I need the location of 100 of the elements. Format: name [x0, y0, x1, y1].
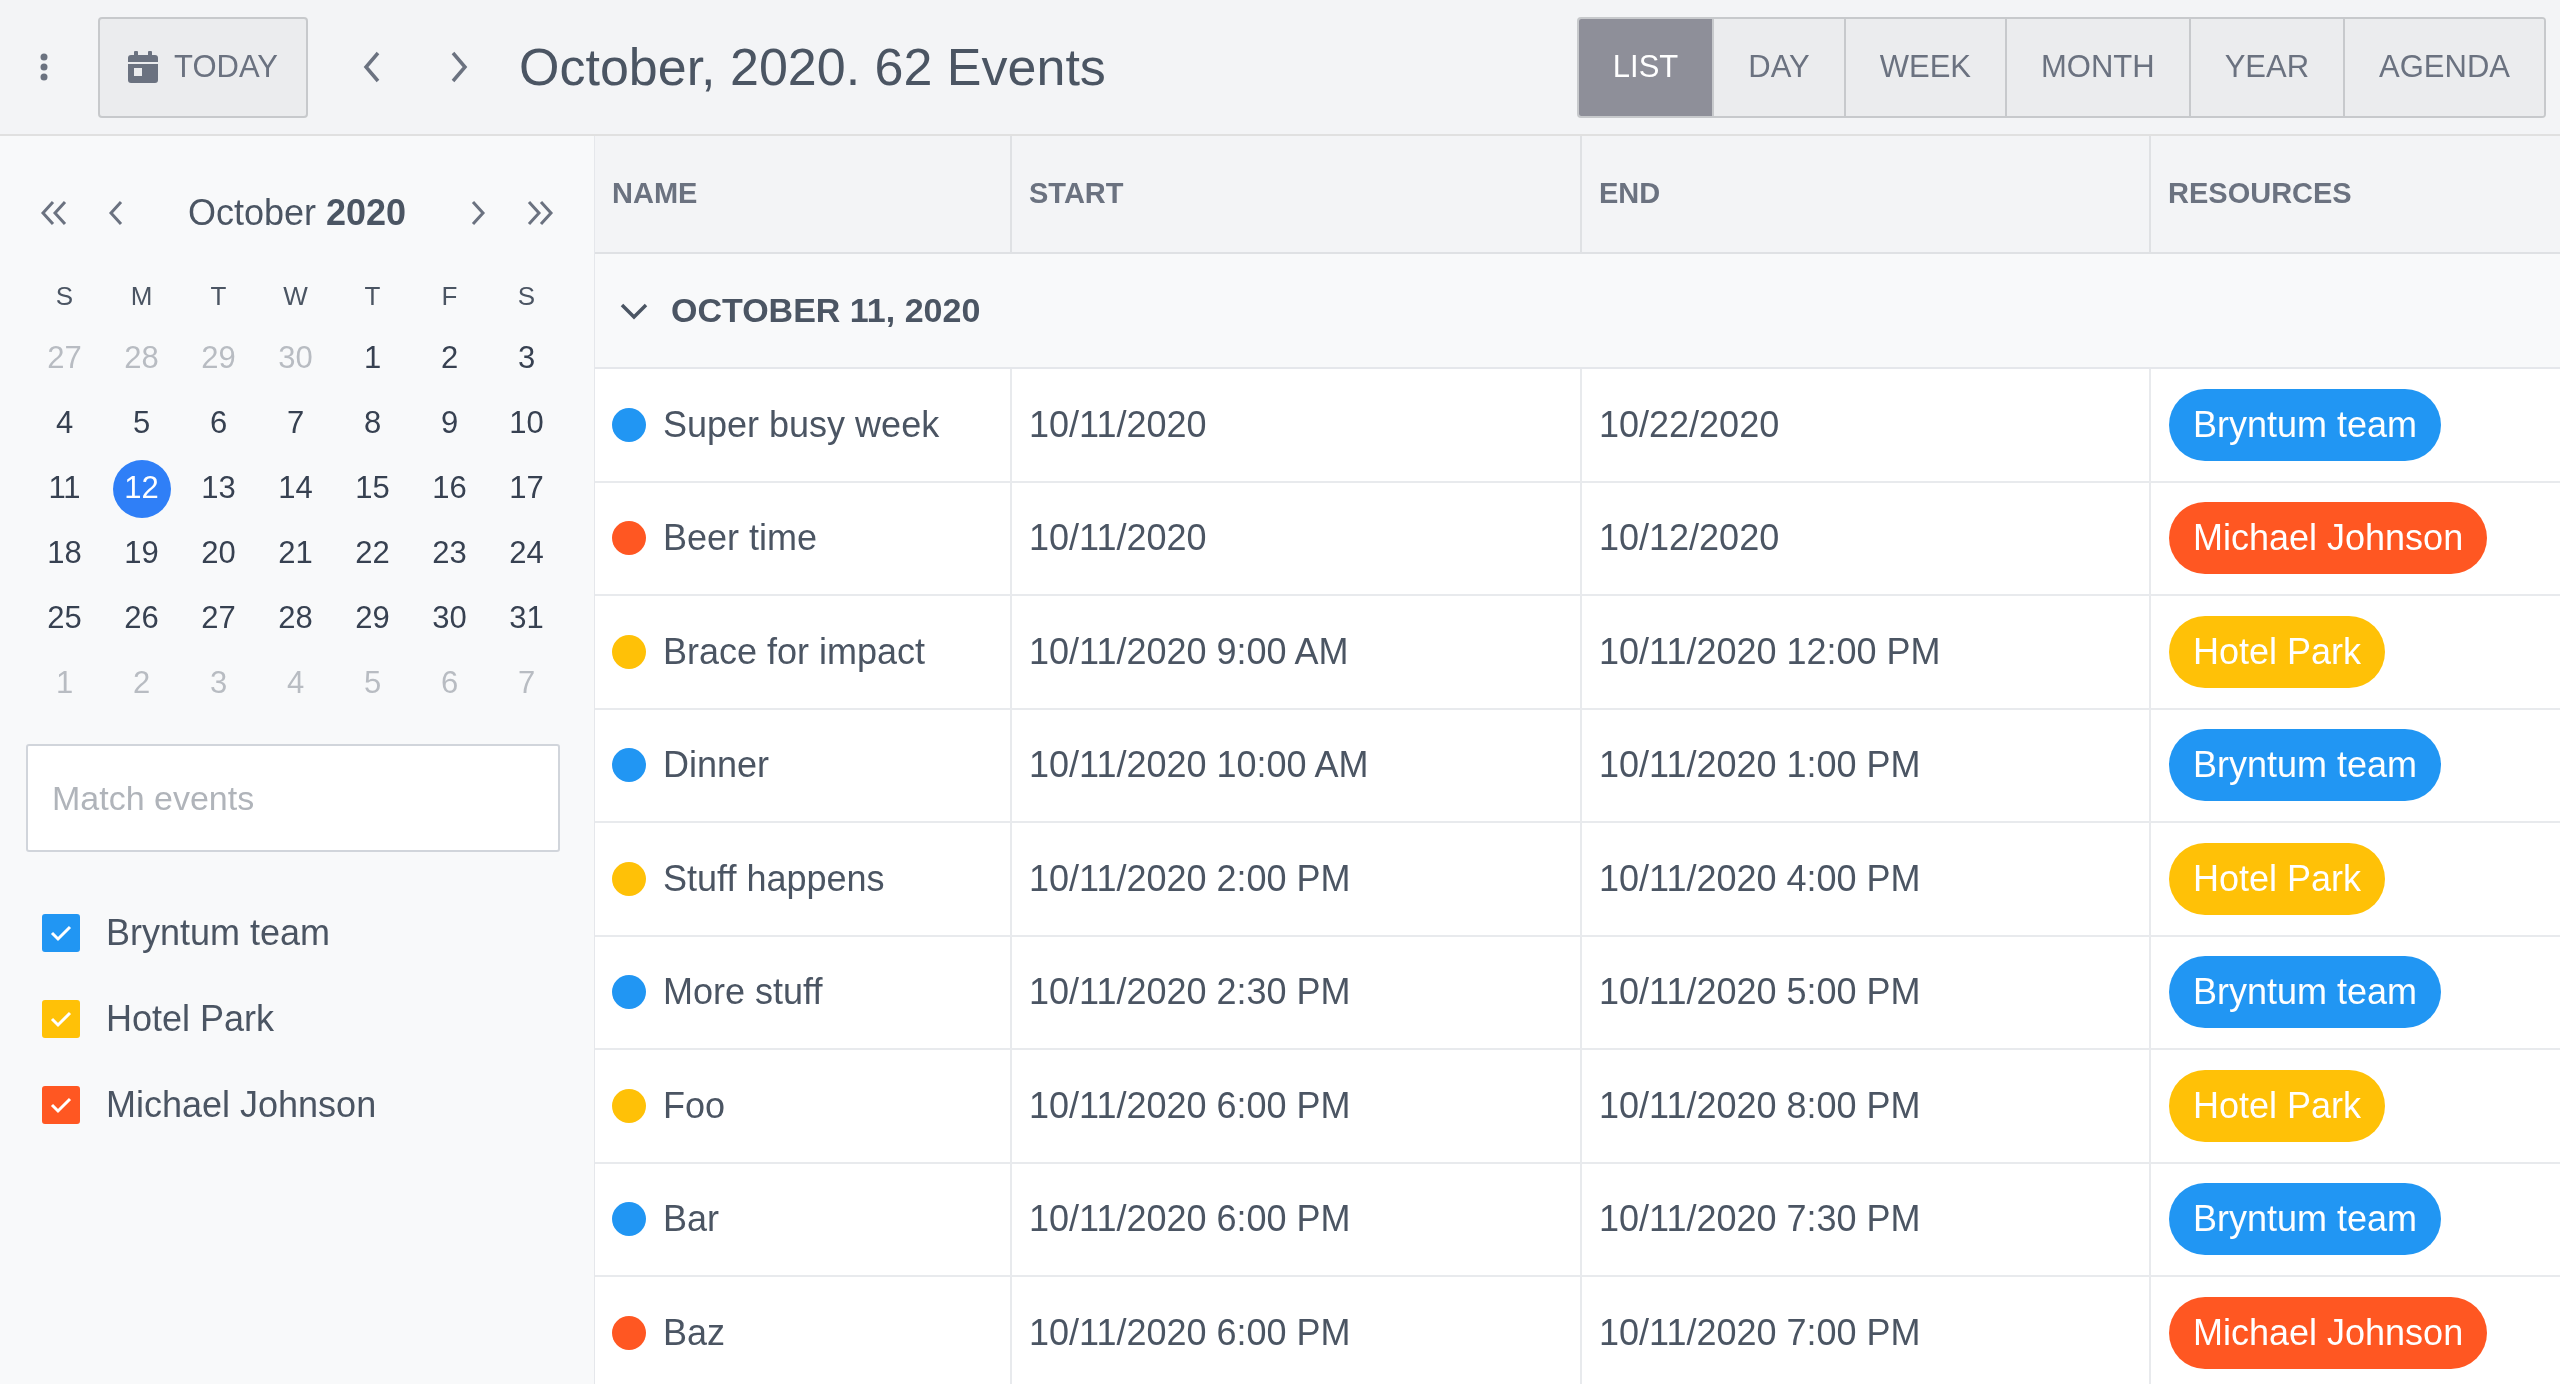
calendar-day[interactable]: 30	[420, 589, 479, 648]
view-tab[interactable]: WEEK	[1843, 18, 2005, 116]
calendar-day[interactable]: 9	[420, 394, 479, 453]
event-name: Stuff happens	[663, 856, 885, 901]
checkbox[interactable]	[42, 1086, 80, 1124]
calendar-day[interactable]: 5	[112, 394, 171, 453]
next-month-icon[interactable]	[470, 199, 486, 227]
calendar-day[interactable]: 2	[420, 329, 479, 388]
calendar-day[interactable]: 11	[35, 459, 94, 518]
end-date: 10/12/2020	[1599, 516, 1780, 561]
event-name: Dinner	[663, 743, 770, 788]
start-date: 10/11/2020 10:00 AM	[1029, 743, 1369, 788]
start-date: 10/11/2020 9:00 AM	[1029, 629, 1349, 674]
start-date: 10/11/2020 2:30 PM	[1029, 970, 1351, 1015]
start-date: 10/11/2020 6:00 PM	[1029, 1310, 1351, 1355]
double-chevron-left-icon[interactable]	[40, 200, 68, 226]
calendar-day[interactable]: 29	[343, 589, 402, 648]
view-tab[interactable]: MONTH	[2005, 18, 2189, 116]
calendar-day[interactable]: 10	[497, 394, 556, 453]
previous-icon[interactable]	[362, 50, 382, 84]
end-date: 10/11/2020 1:00 PM	[1599, 743, 1921, 788]
checkmark-icon	[50, 1010, 72, 1028]
resource-tag: Hotel Park	[2169, 615, 2386, 688]
menu-icon[interactable]	[38, 53, 50, 81]
weekday-label: F	[441, 279, 458, 313]
event-name: Brace for impact	[663, 629, 926, 674]
double-chevron-right-icon[interactable]	[526, 200, 554, 226]
view-tab[interactable]: DAY	[1712, 18, 1844, 116]
event-name: Beer time	[663, 516, 818, 561]
checkmark-icon	[50, 924, 72, 942]
chevron-icon[interactable]	[619, 301, 649, 320]
event-name: Super busy week	[663, 402, 940, 447]
calendar-day[interactable]: 3	[497, 329, 556, 388]
resource-tag: Bryntum team	[2169, 388, 2442, 461]
calendar-day[interactable]: 4	[35, 394, 94, 453]
start-date: 10/11/2020 2:00 PM	[1029, 856, 1351, 901]
column-header[interactable]: START	[1029, 172, 1124, 216]
calendar-day[interactable]: 7	[266, 394, 325, 453]
resource-label: Hotel Park	[106, 997, 275, 1041]
resource-tag: Michael Johnson	[2169, 1296, 2488, 1369]
weekday-label: W	[283, 279, 308, 313]
event-name: Bar	[663, 1197, 720, 1242]
calendar-day[interactable]: 19	[112, 524, 171, 583]
resource-label: Bryntum team	[106, 911, 331, 955]
calendar-day[interactable]: 26	[112, 589, 171, 648]
calendar-day[interactable]: 1	[343, 329, 402, 388]
event-name: Foo	[663, 1083, 726, 1128]
calendar-day[interactable]: 13	[189, 459, 248, 518]
calendar-day[interactable]: 18	[35, 524, 94, 583]
calendar-day[interactable]: 24	[497, 524, 556, 583]
previous-month-icon[interactable]	[108, 199, 124, 227]
calendar-day[interactable]: 27	[189, 589, 248, 648]
calendar-day[interactable]: 16	[420, 459, 479, 518]
end-date: 10/11/2020 7:30 PM	[1599, 1197, 1921, 1242]
event-name: Baz	[663, 1310, 726, 1355]
resource-tag: Hotel Park	[2169, 842, 2386, 915]
column-header[interactable]: NAME	[612, 172, 698, 216]
end-date: 10/22/2020	[1599, 402, 1780, 447]
calendar-day[interactable]: 12	[112, 459, 171, 518]
start-date: 10/11/2020 6:00 PM	[1029, 1083, 1351, 1128]
end-date: 10/11/2020 12:00 PM	[1599, 629, 1941, 674]
calendar-day[interactable]: 22	[343, 524, 402, 583]
calendar-day[interactable]: 21	[266, 524, 325, 583]
event-name: More stuff	[663, 970, 823, 1015]
resource-tag: Hotel Park	[2169, 1069, 2386, 1142]
view-tab[interactable]: YEAR	[2188, 18, 2344, 116]
weekday-label: S	[517, 279, 536, 313]
page-title: October, 2020. 62 Events	[519, 37, 1106, 98]
group-header[interactable]: OCTOBER 11, 2020	[595, 254, 2560, 369]
search-field[interactable]: Match events	[26, 744, 560, 852]
checkbox[interactable]	[42, 1000, 80, 1038]
weekday-label: T	[210, 279, 227, 313]
resource-tag: Bryntum team	[2169, 729, 2442, 802]
calendar-day[interactable]: 17	[497, 459, 556, 518]
group-title: OCTOBER 11, 2020	[671, 290, 981, 331]
calendar-day[interactable]: 23	[420, 524, 479, 583]
column-header[interactable]: END	[1599, 172, 1661, 216]
resource-tag: Bryntum team	[2169, 956, 2442, 1029]
calendar-day[interactable]: 14	[266, 459, 325, 518]
calendar-day[interactable]: 20	[189, 524, 248, 583]
calendar-day[interactable]: 15	[343, 459, 402, 518]
resource-tag: Michael Johnson	[2169, 502, 2488, 575]
checkbox[interactable]	[42, 914, 80, 952]
view-tab[interactable]: AGENDA	[2343, 18, 2544, 116]
end-date: 10/11/2020 5:00 PM	[1599, 970, 1921, 1015]
resource-tag: Bryntum team	[2169, 1183, 2442, 1256]
calendar-day[interactable]: 31	[497, 589, 556, 648]
calendar-day[interactable]: 25	[35, 589, 94, 648]
next-icon[interactable]	[449, 50, 469, 84]
column-header[interactable]: RESOURCES	[2168, 172, 2352, 216]
weekday-label: T	[364, 279, 381, 313]
start-date: 10/11/2020	[1029, 516, 1207, 561]
month-title: October 2020	[187, 191, 407, 235]
calendar-day[interactable]: 8	[343, 394, 402, 453]
calendar-day[interactable]: 6	[189, 394, 248, 453]
calendar-day[interactable]: 28	[266, 589, 325, 648]
today-button[interactable]: TODAY	[98, 16, 308, 118]
start-date: 10/11/2020	[1029, 402, 1207, 447]
checkmark-icon	[50, 1096, 72, 1114]
end-date: 10/11/2020 7:00 PM	[1599, 1310, 1921, 1355]
